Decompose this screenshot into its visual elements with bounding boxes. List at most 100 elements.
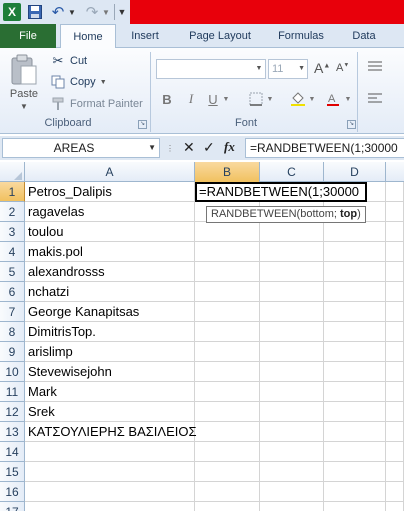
cell-b[interactable]	[195, 422, 260, 442]
cell-b[interactable]	[195, 342, 260, 362]
cell-a[interactable]: Srek	[25, 402, 195, 422]
tab-home[interactable]: Home	[60, 24, 116, 49]
enter-icon[interactable]: ✓	[203, 139, 215, 156]
cell-d[interactable]	[324, 502, 386, 511]
cell-c[interactable]	[260, 342, 324, 362]
font-color-icon[interactable]: A	[326, 90, 340, 108]
paste-button[interactable]: Paste ▼	[4, 50, 44, 114]
row-header[interactable]: 6	[0, 282, 25, 302]
chevron-down-icon[interactable]: ▼	[308, 90, 316, 108]
cell-a[interactable]: alexandrosss	[25, 262, 195, 282]
formula-input[interactable]: =RANDBETWEEN(1;30000	[245, 138, 404, 158]
cell-a[interactable]	[25, 502, 195, 511]
column-header-c[interactable]: C	[260, 162, 324, 182]
cell-e[interactable]	[386, 222, 404, 242]
cell-a[interactable]	[25, 442, 195, 462]
cell-c[interactable]	[260, 322, 324, 342]
cell-c[interactable]	[260, 282, 324, 302]
grow-font-icon[interactable]: A▲	[314, 60, 330, 76]
cell-e[interactable]	[386, 322, 404, 342]
cell-a[interactable]: toulou	[25, 222, 195, 242]
cell-d[interactable]	[324, 302, 386, 322]
cell-c[interactable]	[260, 262, 324, 282]
cell-e[interactable]	[386, 242, 404, 262]
column-header-b[interactable]: B	[195, 162, 260, 183]
row-header[interactable]: 8	[0, 322, 25, 342]
row-header[interactable]: 15	[0, 462, 25, 482]
cell-d[interactable]	[324, 262, 386, 282]
cell-c[interactable]	[260, 382, 324, 402]
cell-d[interactable]	[324, 422, 386, 442]
cell-b[interactable]	[195, 482, 260, 502]
cell-b[interactable]	[195, 322, 260, 342]
align-left-icon[interactable]	[367, 92, 383, 104]
cell-e[interactable]	[386, 402, 404, 422]
column-header-d[interactable]: D	[324, 162, 386, 182]
active-cell[interactable]: =RANDBETWEEN(1;30000	[195, 182, 368, 202]
cell-a[interactable]: Petros_Dalipis	[25, 182, 195, 202]
save-icon[interactable]	[27, 3, 43, 21]
select-all-button[interactable]	[0, 162, 25, 182]
tooltip-func[interactable]: RANDBETWEEN(	[211, 208, 300, 220]
cell-c[interactable]	[260, 502, 324, 511]
copy-button[interactable]: Copy ▼	[50, 72, 107, 92]
row-header[interactable]: 9	[0, 342, 25, 362]
cell-e[interactable]	[386, 362, 404, 382]
column-header-a[interactable]: A	[25, 162, 195, 182]
cell-c[interactable]	[260, 462, 324, 482]
cell-d[interactable]	[324, 442, 386, 462]
cell-c[interactable]	[260, 422, 324, 442]
cell-c[interactable]	[260, 402, 324, 422]
cell-d[interactable]	[324, 482, 386, 502]
chevron-down-icon[interactable]: ▼	[4, 102, 44, 111]
cell-d[interactable]	[324, 282, 386, 302]
cell-d[interactable]	[324, 242, 386, 262]
cell-d[interactable]	[324, 402, 386, 422]
cell-a[interactable]: DimitrisTop.	[25, 322, 195, 342]
shrink-font-icon[interactable]: A▼	[336, 62, 349, 74]
underline-button[interactable]: U	[206, 90, 220, 108]
font-name-select[interactable]: ▼	[156, 59, 266, 79]
cell-e[interactable]	[386, 182, 404, 202]
cell-b[interactable]	[195, 222, 260, 242]
cell-b[interactable]	[195, 462, 260, 482]
resize-handle-icon[interactable]: ⋮	[166, 144, 174, 153]
font-size-select[interactable]: 11 ▼	[268, 59, 308, 79]
row-header[interactable]: 17	[0, 502, 25, 511]
cell-d[interactable]	[324, 322, 386, 342]
cell-c[interactable]	[260, 362, 324, 382]
cell-a[interactable]: Stevewisejohn	[25, 362, 195, 382]
cell-e[interactable]	[386, 202, 404, 222]
cell-c[interactable]	[260, 482, 324, 502]
cut-button[interactable]: ✂ Cut	[50, 51, 88, 71]
tab-data[interactable]: Data	[346, 24, 382, 48]
tooltip-arg1[interactable]: bottom;	[300, 208, 340, 220]
cell-a[interactable]: Mark	[25, 382, 195, 402]
cell-a[interactable]: ΚΑΤΣΟΥΛΙΕΡΗΣ ΒΑΣΙΛΕΙΟΣ	[25, 422, 197, 442]
borders-icon[interactable]	[248, 90, 264, 108]
tab-page-layout[interactable]: Page Layout	[180, 24, 260, 48]
cell-a[interactable]: ragavelas	[25, 202, 195, 222]
row-header[interactable]: 12	[0, 402, 25, 422]
clipboard-launcher-icon[interactable]: ↘	[138, 120, 147, 129]
tab-insert[interactable]: Insert	[124, 24, 166, 48]
cell-b[interactable]	[195, 262, 260, 282]
cell-c[interactable]	[260, 302, 324, 322]
cell-d[interactable]	[324, 362, 386, 382]
chevron-down-icon[interactable]: ▼	[148, 139, 156, 157]
align-top-icon[interactable]	[367, 60, 383, 72]
insert-function-icon[interactable]: fx	[224, 139, 235, 155]
cell-a[interactable]: George Kanapitsas	[25, 302, 195, 322]
cell-a[interactable]: arislimp	[25, 342, 195, 362]
tooltip-arg2[interactable]: top	[340, 208, 357, 220]
row-header[interactable]: 4	[0, 242, 25, 262]
cell-e[interactable]	[386, 382, 404, 402]
cell-e[interactable]	[386, 502, 404, 511]
customize-qat-icon[interactable]: ▼	[117, 3, 127, 21]
cell-e[interactable]	[386, 442, 404, 462]
cell-b[interactable]	[195, 382, 260, 402]
tab-file[interactable]: File	[0, 24, 56, 48]
tab-formulas[interactable]: Formulas	[272, 24, 330, 48]
cell-c[interactable]	[260, 442, 324, 462]
chevron-down-icon[interactable]: ▼	[266, 90, 274, 108]
